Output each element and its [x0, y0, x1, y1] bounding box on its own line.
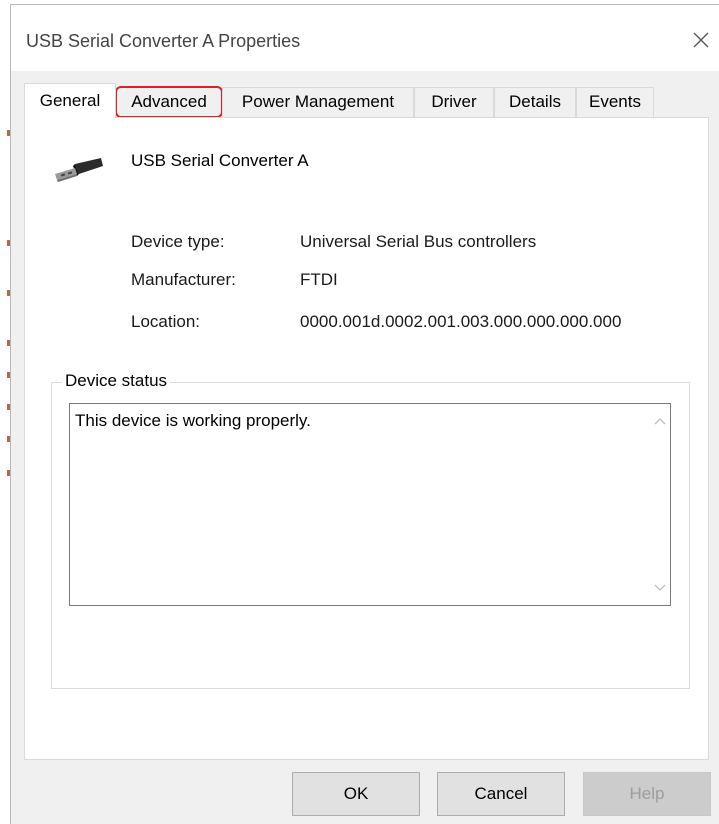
location-value: 0000.001d.0002.001.003.000.000.000.000	[300, 312, 622, 331]
scroll-down-arrow-icon[interactable]	[654, 583, 666, 593]
general-tab-panel: USB Serial Converter A Device type: Univ…	[24, 117, 709, 760]
device-name: USB Serial Converter A	[131, 151, 309, 170]
device-status-label: Device status	[62, 371, 171, 391]
tab-driver[interactable]: Driver	[414, 87, 494, 117]
device-status-group: Device status This device is working pro…	[51, 371, 690, 689]
cancel-button[interactable]: Cancel	[437, 772, 565, 816]
status-scrollbar[interactable]	[650, 404, 670, 605]
background-window-edge	[0, 0, 10, 823]
device-type-value: Universal Serial Bus controllers	[300, 232, 537, 251]
scroll-up-arrow-icon[interactable]	[654, 416, 666, 426]
location-label: Location:	[131, 312, 200, 331]
tab-advanced[interactable]: Advanced	[115, 86, 223, 118]
manufacturer-value: FTDI	[300, 270, 338, 289]
close-button[interactable]	[686, 25, 716, 55]
ok-button[interactable]: OK	[292, 772, 420, 816]
usb-plug-icon	[55, 158, 103, 182]
tab-events[interactable]: Events	[576, 87, 654, 117]
help-button[interactable]: Help	[583, 772, 711, 816]
device-status-text: This device is working properly.	[75, 411, 311, 430]
device-type-label: Device type:	[131, 232, 225, 251]
window-title: USB Serial Converter A Properties	[26, 31, 301, 51]
properties-dialog: USB Serial Converter A Properties Genera…	[10, 4, 719, 824]
tab-power-management[interactable]: Power Management	[222, 87, 414, 117]
device-status-textbox[interactable]: This device is working properly.	[69, 403, 671, 606]
tab-general[interactable]: General	[24, 83, 116, 118]
title-bar[interactable]: USB Serial Converter A Properties	[11, 5, 719, 71]
tab-details[interactable]: Details	[494, 87, 576, 117]
close-icon	[693, 32, 709, 48]
manufacturer-label: Manufacturer:	[131, 270, 236, 289]
